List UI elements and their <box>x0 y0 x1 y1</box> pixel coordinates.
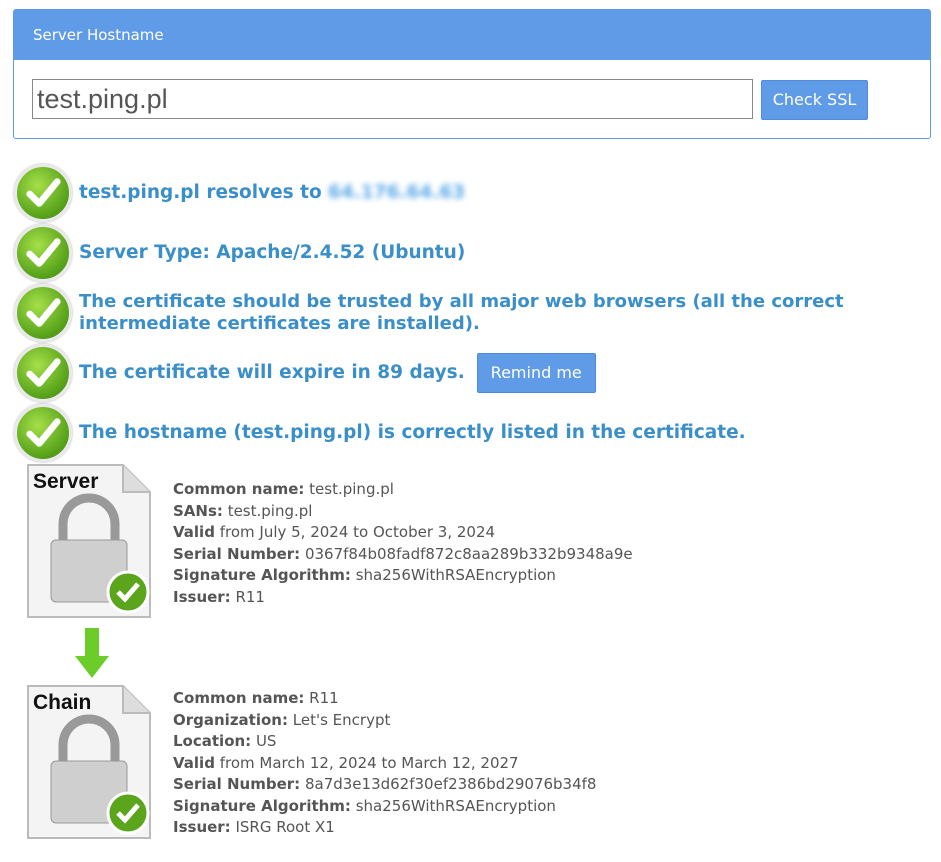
detail-label: Location: <box>173 732 252 750</box>
check-icon <box>14 284 72 342</box>
detail-label: Common name: <box>173 689 305 707</box>
detail-row: Valid from March 12, 2024 to March 12, 2… <box>173 753 596 775</box>
detail-value: from July 5, 2024 to October 3, 2024 <box>219 523 496 541</box>
detail-label: Serial Number: <box>173 775 301 793</box>
detail-value: Let's Encrypt <box>292 710 391 729</box>
detail-value: R11 <box>235 587 265 606</box>
chain-certificate-icon: Chain <box>27 685 151 839</box>
detail-value: sha256WithRSAEncryption <box>355 796 556 815</box>
detail-label: Serial Number: <box>173 544 301 563</box>
result-server-type: Server Type: Apache/2.4.52 (Ubuntu) <box>14 224 465 282</box>
detail-row: Valid from July 5, 2024 to October 3, 20… <box>173 522 633 544</box>
detail-label: Signature Algorithm: <box>173 566 351 584</box>
detail-label: Issuer: <box>173 587 231 606</box>
hostname-panel: Server Hostname test.ping.pl Check SSL <box>13 9 931 139</box>
detail-row: SANs: test.ping.pl <box>173 501 633 523</box>
detail-row: Issuer: ISRG Root X1 <box>173 817 596 839</box>
server-certificate-icon: Server <box>27 464 151 618</box>
remind-me-button[interactable]: Remind me <box>476 353 596 393</box>
detail-label: Common name: <box>173 480 305 498</box>
expiry-text: The certificate will expire in 89 days. <box>79 362 465 383</box>
server-type-text: Server Type: Apache/2.4.52 (Ubuntu) <box>79 242 466 263</box>
check-icon <box>14 164 72 222</box>
detail-row: Location: US <box>173 731 596 753</box>
result-expiry: The certificate will expire in 89 days. … <box>14 344 596 402</box>
detail-label: Valid <box>173 523 215 541</box>
detail-row: Common name: R11 <box>173 688 596 710</box>
detail-value: R11 <box>309 689 339 707</box>
trusted-text: The certificate should be trusted by all… <box>79 291 844 334</box>
server-label: Server <box>33 470 98 493</box>
result-resolves: test.ping.pl resolves to 64.176.64.63 <box>14 164 465 222</box>
detail-value: test.ping.pl <box>227 501 313 520</box>
detail-row: Organization: Let's Encrypt <box>173 710 596 732</box>
detail-row: Common name: test.ping.pl <box>173 479 633 501</box>
detail-value: US <box>255 732 277 750</box>
detail-label: Issuer: <box>173 818 231 836</box>
detail-row: Serial Number: 0367f84b08fadf872c8aa289b… <box>173 544 633 566</box>
chain-cert-details: Common name: R11 Organization: Let's Enc… <box>173 688 596 839</box>
detail-value: sha256WithRSAEncryption <box>355 566 556 584</box>
detail-label: Signature Algorithm: <box>173 796 351 815</box>
check-ssl-button[interactable]: Check SSL <box>761 80 868 120</box>
detail-value: ISRG Root X1 <box>235 818 335 836</box>
detail-value: 8a7d3e13d62f30ef2386bd29076b34f8 <box>304 775 597 793</box>
hostname-listed-text: The hostname (test.ping.pl) is correctly… <box>79 422 746 443</box>
detail-label: Organization: <box>173 710 288 729</box>
detail-row: Serial Number: 8a7d3e13d62f30ef2386bd290… <box>173 774 596 796</box>
arrow-down-icon <box>75 628 109 678</box>
detail-label: SANs: <box>173 501 223 520</box>
check-icon <box>14 344 72 402</box>
resolves-text: test.ping.pl resolves to <box>79 182 322 203</box>
panel-header: Server Hostname <box>14 10 930 60</box>
result-trusted: The certificate should be trusted by all… <box>14 284 934 342</box>
result-hostname: The hostname (test.ping.pl) is correctly… <box>14 404 746 462</box>
server-cert-details: Common name: test.ping.pl SANs: test.pin… <box>173 479 633 608</box>
chain-label: Chain <box>33 691 91 714</box>
detail-label: Valid <box>173 753 215 772</box>
detail-row: Signature Algorithm: sha256WithRSAEncryp… <box>173 565 633 587</box>
check-icon <box>14 404 72 462</box>
hostname-input[interactable]: test.ping.pl <box>32 79 753 119</box>
detail-value: from March 12, 2024 to March 12, 2027 <box>219 753 519 772</box>
detail-row: Issuer: R11 <box>173 587 633 609</box>
check-icon <box>14 224 72 282</box>
detail-row: Signature Algorithm: sha256WithRSAEncryp… <box>173 796 596 818</box>
detail-value: 0367f84b08fadf872c8aa289b332b9348a9e <box>304 544 633 563</box>
detail-value: test.ping.pl <box>309 480 394 498</box>
ip-address: 64.176.64.63 <box>328 182 466 203</box>
